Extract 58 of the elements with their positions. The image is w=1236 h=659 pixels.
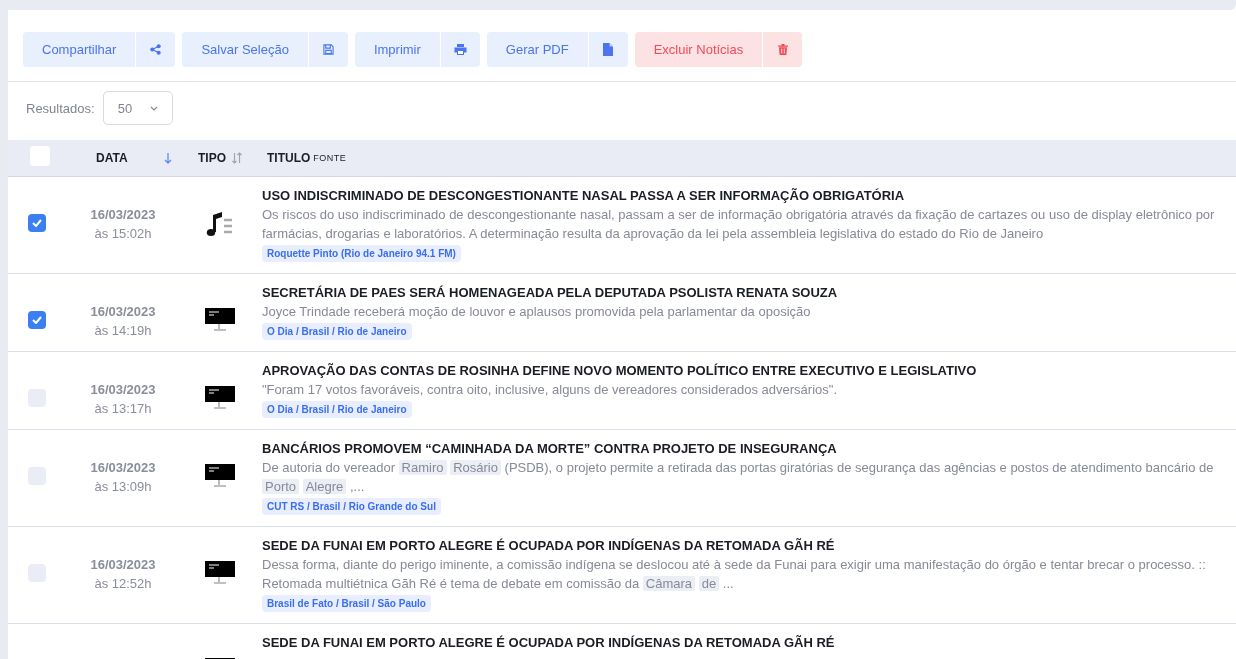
pdf-button[interactable] xyxy=(587,32,628,67)
news-time: às 15:02h xyxy=(94,226,152,241)
source-tag: O Dia / Brasil / Rio de Janeiro xyxy=(262,401,412,418)
column-header[interactable]: TITULO xyxy=(267,151,311,165)
news-time: às 12:52h xyxy=(94,576,152,591)
source-tag: O Dia / Brasil / Rio de Janeiro xyxy=(262,323,412,340)
toolbar-button[interactable]: Imprimir xyxy=(354,32,440,67)
news-time: às 13:09h xyxy=(94,479,152,494)
news-date: 16/03/2023 xyxy=(89,556,157,574)
printer-icon xyxy=(453,44,467,55)
news-date: 16/03/2023 xyxy=(89,381,157,399)
sort-icon[interactable] xyxy=(231,152,243,164)
news-date: 16/03/2023 xyxy=(89,206,157,224)
news-summary: Dessa forma, diante do perigo iminente, a comissão indígena se deslocou até à sede da Funai para exigir uma manifestação do órgão e tentar brecar o processo. :: Retomada multiétnica Gãh Ré é tema de debate em comissão da Câmara de ... xyxy=(262,556,1207,593)
news-summary: Joyce Trindade receberá moção de louvor e aplausos promovida pela parlamentar da oposição xyxy=(262,303,812,321)
toolbar-button[interactable]: Salvar Seleção xyxy=(182,32,308,67)
check-icon xyxy=(32,219,42,227)
source-tag: Brasil de Fato / Brasil / São Paulo xyxy=(262,595,431,612)
news-time: às 14:19h xyxy=(94,323,152,338)
news-date: 16/03/2023 xyxy=(89,459,157,477)
save-icon xyxy=(322,44,334,55)
toolbar-button[interactable]: Gerar PDF xyxy=(486,32,588,67)
monitor-icon xyxy=(204,464,236,488)
save-button[interactable] xyxy=(307,32,348,67)
news-summary: De autoria do vereador Ramiro Rosário (PSDB), o projeto permite a retirada das portas giratórias de segurança das agências e postos de atendimento bancário de Porto Alegre ,... xyxy=(262,459,1215,496)
file-icon xyxy=(603,43,614,56)
news-title[interactable]: SECRETÁRIA DE PAES SERÁ HOMENAGEADA PELA DEPUTADA PSOLISTA RENATA SOUZA xyxy=(262,285,1236,300)
news-title[interactable]: BANCÁRIOS PROMOVEM “CAMINHADA DA MORTE” CONTRA PROJETO DE INSEGURANÇA xyxy=(262,441,1236,456)
news-summary: Os riscos do uso indiscriminado de descongestionante nasal, passam a ser de informação obrigatória através da fixação de cartazes ou uso de display eletrônico por farmácias, drogarias e laboratórios. A determinação resulta da aprovação da lei pela assembleia legislativa do estado do Rio de Janeiro xyxy=(262,206,1216,243)
source-tag: Roquette Pinto (Rio de Janeiro 94.1 FM) xyxy=(262,245,461,262)
monitor-icon xyxy=(204,308,236,332)
chevron-down-icon xyxy=(150,105,159,111)
news-title[interactable]: SEDE DA FUNAI EM PORTO ALEGRE É OCUPADA POR INDÍGENAS DA RETOMADA GÃH RÉ xyxy=(262,635,1236,650)
sort-down-icon[interactable] xyxy=(164,152,172,164)
print-button[interactable] xyxy=(439,32,480,67)
monitor-icon xyxy=(204,561,236,585)
delete-button[interactable] xyxy=(762,32,803,67)
share-button[interactable] xyxy=(135,32,176,67)
column-subheader: FONTE xyxy=(313,153,347,163)
check-icon xyxy=(32,316,42,324)
column-header[interactable]: TIPO xyxy=(198,151,226,165)
results-select[interactable]: 50 xyxy=(102,91,174,125)
news-title[interactable]: APROVAÇÃO DAS CONTAS DE ROSINHA DEFINE NOVO MOMENTO POLÍTICO ENTRE EXECUTIVO E LEGISLATIVO xyxy=(262,363,1236,378)
share-icon xyxy=(150,44,162,55)
news-title[interactable]: USO INDISCRIMINADO DE DESCONGESTIONANTE NASAL PASSA A SER INFORMAÇÃO OBRIGATÓRIA xyxy=(262,188,1236,203)
row-checkbox[interactable] xyxy=(28,311,46,329)
trash-icon xyxy=(777,44,788,55)
music-note-icon xyxy=(205,211,235,237)
news-time: às 13:17h xyxy=(94,401,152,416)
monitor-icon xyxy=(204,386,236,410)
news-date: 16/03/2023 xyxy=(89,303,157,321)
results-label: Resultados: xyxy=(26,100,95,116)
row-checkbox[interactable] xyxy=(28,214,46,232)
column-header[interactable]: DATA xyxy=(96,151,128,165)
news-summary: "Foram 17 votos favoráveis, contra oito, inclusive, alguns de vereadores considerados adversários". xyxy=(262,381,839,399)
news-title[interactable]: SEDE DA FUNAI EM PORTO ALEGRE É OCUPADA POR INDÍGENAS DA RETOMADA GÃH RÉ xyxy=(262,538,1236,553)
source-tag: CUT RS / Brasil / Rio Grande do Sul xyxy=(262,498,441,515)
toolbar-button[interactable]: Compartilhar xyxy=(23,32,136,67)
